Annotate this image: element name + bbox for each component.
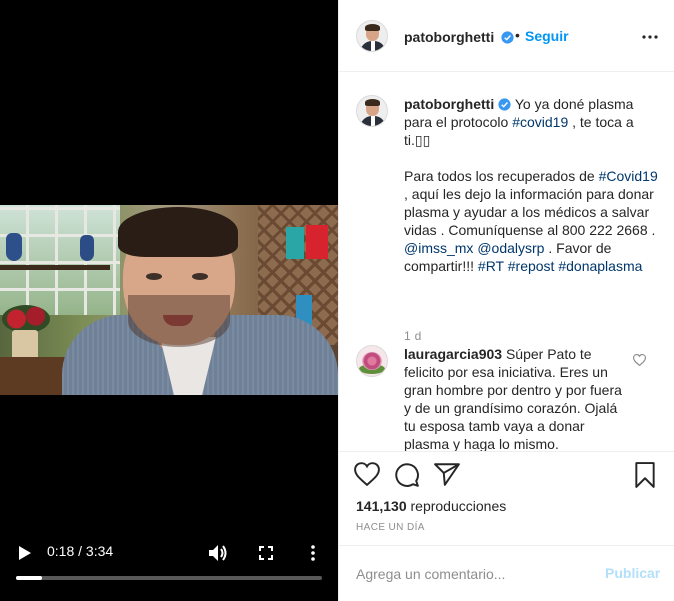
hashtag-link[interactable]: #covid19 [512, 114, 568, 130]
separator-dot: • [515, 27, 520, 43]
post-header: patoborghetti • Seguir [339, 0, 674, 72]
verified-icon [494, 96, 511, 112]
bookmark-icon[interactable] [634, 462, 662, 490]
hashtag-link[interactable]: #Covid19 [599, 168, 658, 184]
views-label: reproducciones [410, 498, 507, 514]
fullscreen-icon[interactable] [255, 542, 277, 564]
hashtag-link[interactable]: #RT [478, 258, 504, 274]
caption-timestamp[interactable]: 1 d [404, 329, 422, 343]
video-controls: 0:18 / 3:34 [0, 530, 338, 601]
video-progress-fill [16, 576, 42, 580]
avatar[interactable] [356, 345, 388, 377]
more-vertical-icon[interactable] [302, 542, 324, 564]
verified-icon [497, 29, 514, 47]
hashtag-link[interactable]: #repost [508, 258, 555, 274]
more-horizontal-icon[interactable] [639, 26, 661, 46]
header-username[interactable]: patoborghetti [404, 29, 494, 45]
volume-icon[interactable] [206, 542, 230, 564]
comment-composer: Publicar [339, 545, 674, 601]
video-player[interactable]: 0:18 / 3:34 [0, 0, 338, 601]
post-actions: 141,130 reproducciones HACE UN DÍA [339, 451, 674, 545]
heart-icon[interactable] [354, 462, 382, 490]
video-progress-bar[interactable] [16, 576, 322, 580]
views-count[interactable]: 141,130 reproducciones [356, 498, 506, 514]
follow-button[interactable]: Seguir [525, 28, 569, 44]
views-number: 141,130 [356, 498, 407, 514]
comment-username[interactable]: lauragarcia903 [404, 346, 502, 362]
caption-text: Para todos los recuperados de [404, 168, 599, 184]
post-side-panel: patoborghetti • Seguir patoborghetti Yo … [338, 0, 674, 601]
caption-text: , aquí les dejo la información para dona… [404, 186, 656, 238]
avatar[interactable] [356, 95, 388, 127]
hashtag-link[interactable]: #donaplasma [558, 258, 642, 274]
mention-link[interactable]: @imss_mx [404, 240, 473, 256]
mention-link[interactable]: @odalysrp [477, 240, 544, 256]
heart-icon[interactable] [632, 353, 647, 367]
comments-list[interactable]: patoborghetti Yo ya doné plasma para el … [339, 73, 674, 451]
video-time: 0:18 / 3:34 [47, 543, 114, 559]
comment-input[interactable] [356, 563, 586, 585]
post-timestamp[interactable]: HACE UN DÍA [356, 522, 425, 533]
caption-username[interactable]: patoborghetti [404, 96, 494, 112]
share-icon[interactable] [434, 462, 462, 490]
publish-button[interactable]: Publicar [605, 565, 660, 581]
comment-icon[interactable] [394, 462, 422, 490]
video-frame[interactable] [0, 205, 338, 395]
play-icon[interactable] [14, 542, 36, 564]
avatar[interactable] [356, 20, 388, 52]
